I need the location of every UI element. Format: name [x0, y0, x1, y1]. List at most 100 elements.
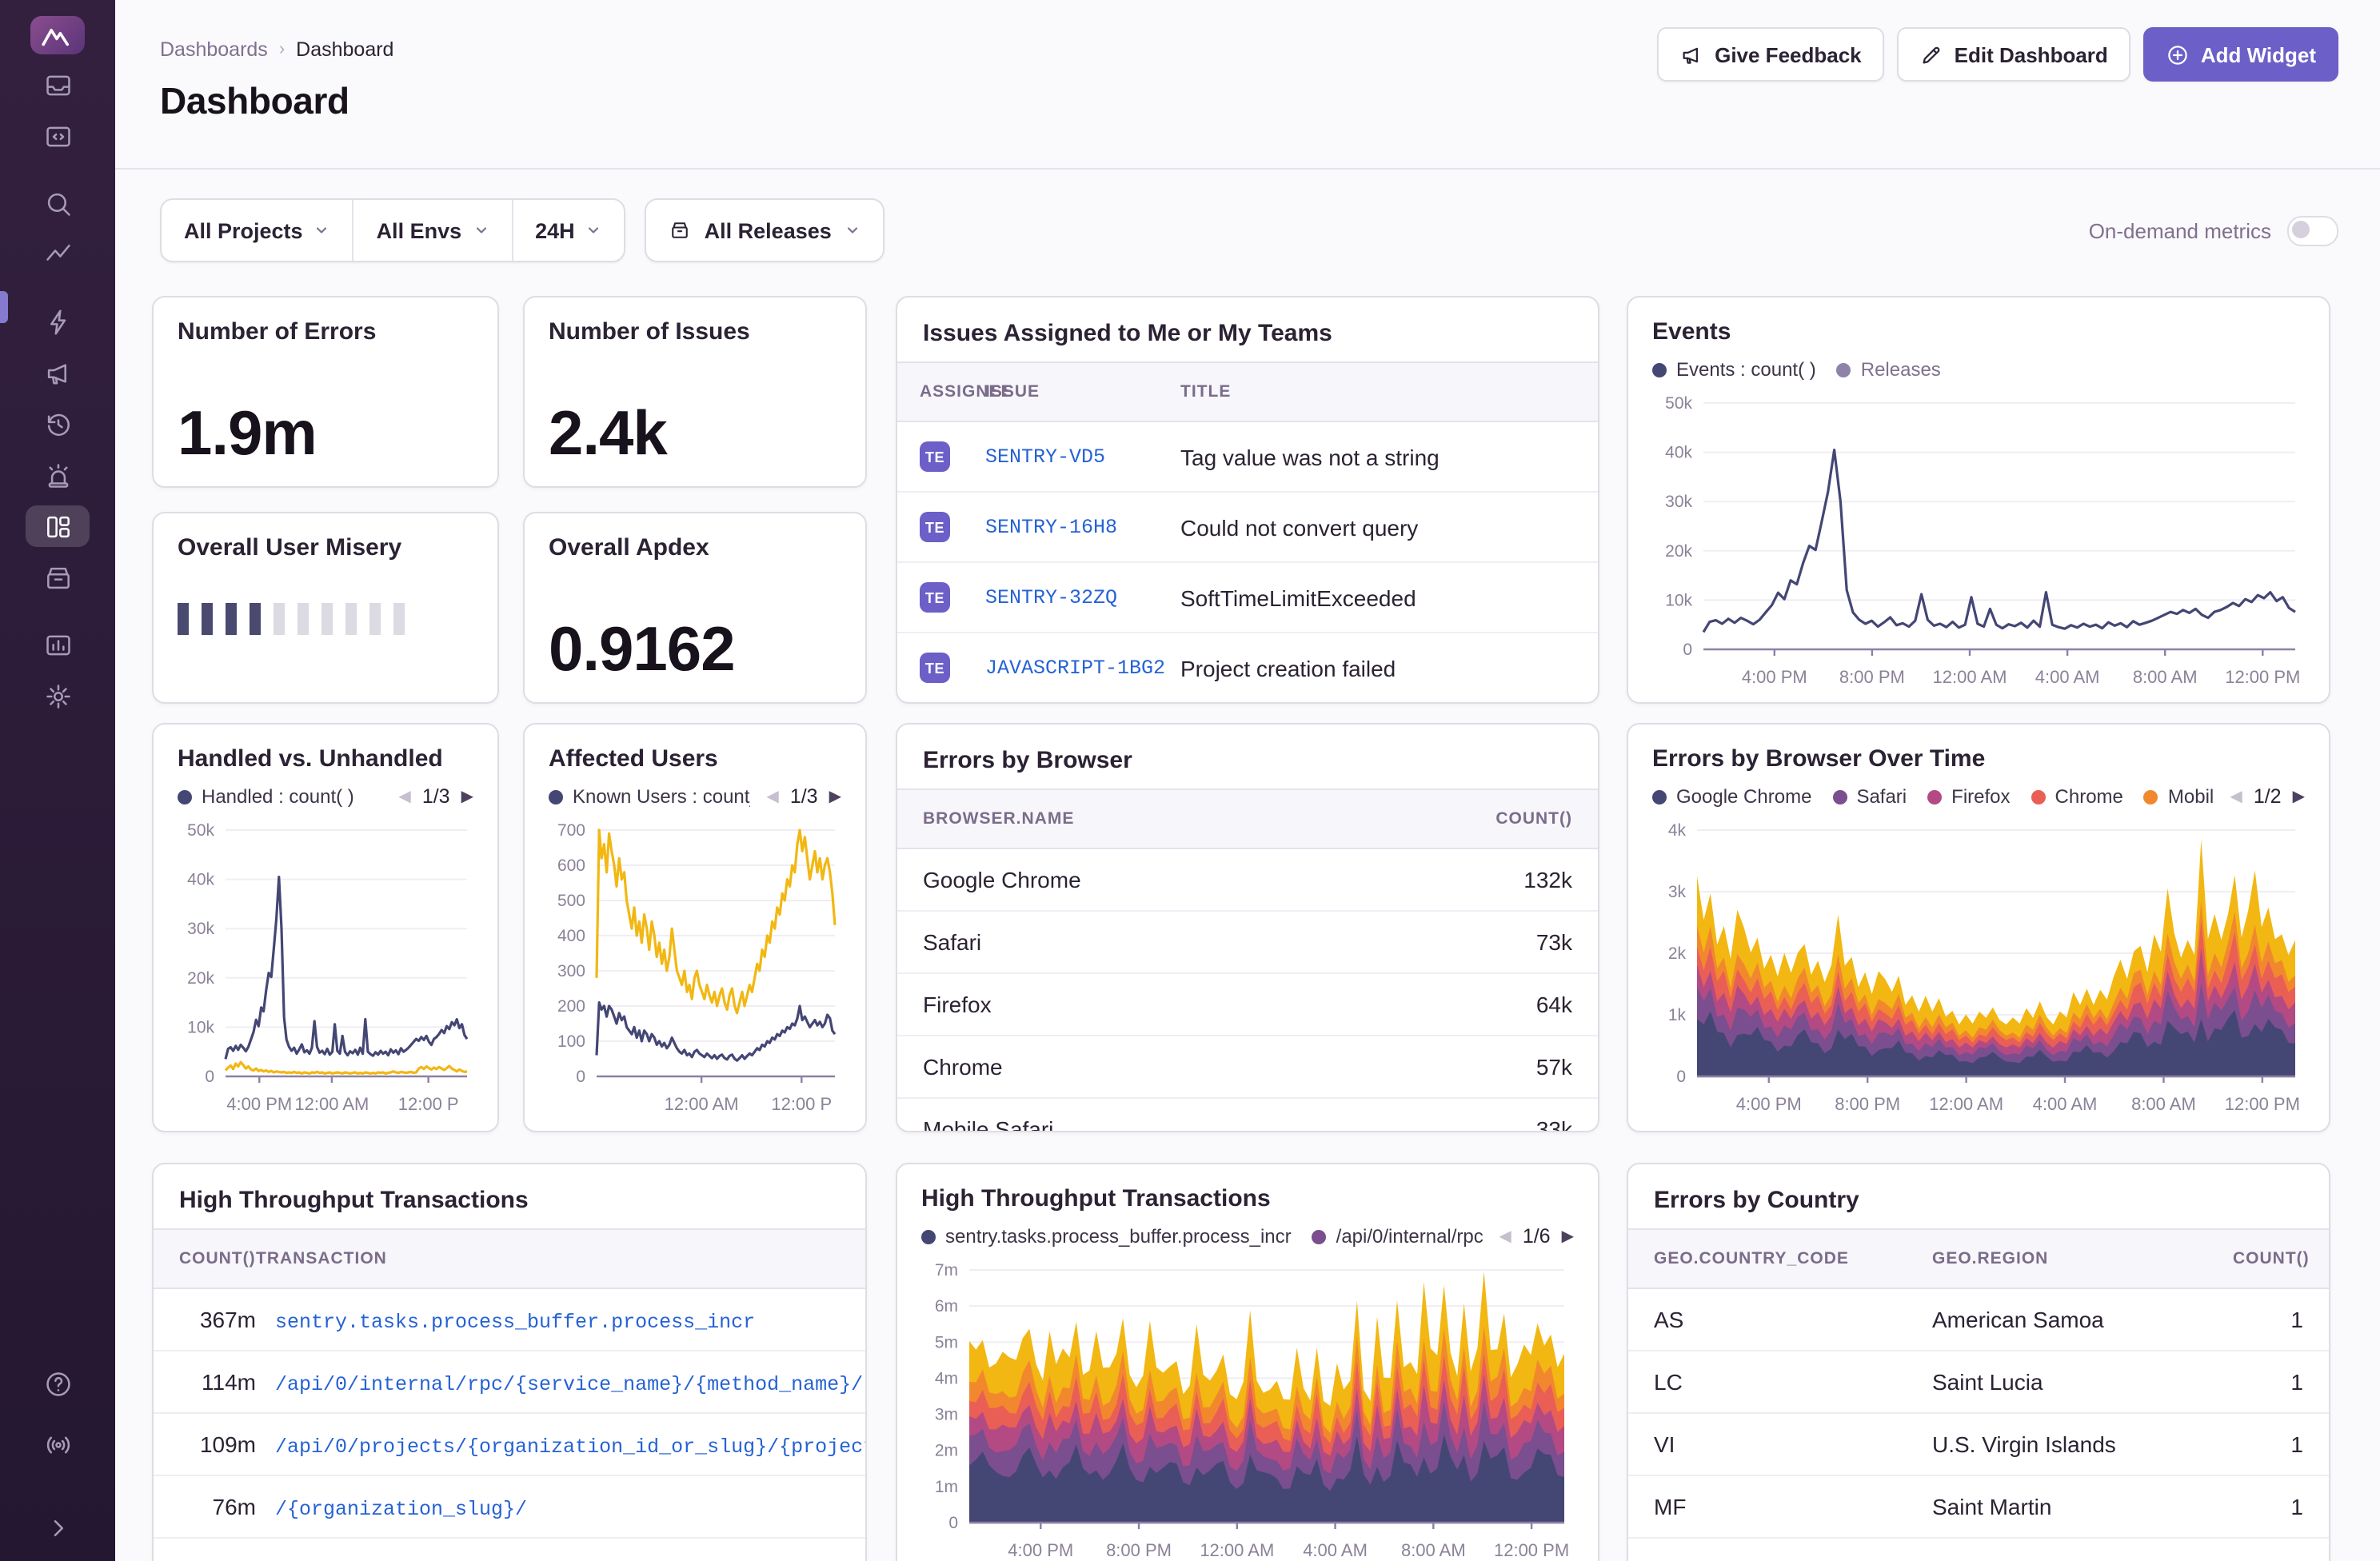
issue-link[interactable]: SENTRY-16H8: [985, 516, 1180, 538]
next-page-arrow[interactable]: ▶: [461, 788, 473, 805]
prev-page-arrow[interactable]: ◀: [398, 788, 410, 805]
add-widget-button[interactable]: Add Widget: [2143, 27, 2338, 82]
legend-item[interactable]: Mobile Safari: [2144, 785, 2214, 808]
legend-dot: [1832, 789, 1847, 804]
svg-text:4:00 PM: 4:00 PM: [1008, 1540, 1073, 1560]
score-bar-segment: [274, 603, 285, 635]
sidebar-item-settings[interactable]: [26, 675, 90, 717]
count-value: 73k: [1470, 929, 1598, 955]
prev-page-arrow[interactable]: ◀: [766, 788, 778, 805]
legend-item[interactable]: Events : count( ): [1652, 358, 1816, 381]
next-page-arrow[interactable]: ▶: [829, 788, 841, 805]
legend-item[interactable]: Chrome: [2031, 785, 2123, 808]
svg-text:0: 0: [948, 1514, 958, 1532]
sidebar-item-collapse[interactable]: [26, 1507, 90, 1548]
high-throughput-chart[interactable]: 01m2m3m4m5m6m7m4:00 PM8:00 PM12:00 AM4:0…: [921, 1257, 1574, 1559]
legend-item[interactable]: Safari: [1832, 785, 1907, 808]
legend-label: sentry.tasks.process_buffer.process_incr: [945, 1225, 1292, 1248]
transaction-link[interactable]: sentry.tasks.process_buffer.process_incr: [275, 1311, 755, 1333]
svg-text:6m: 6m: [935, 1297, 958, 1315]
widget-title: Issues Assigned to Me or My Teams: [897, 297, 1598, 361]
sidebar-item-feedback[interactable]: [26, 352, 90, 393]
sidebar-item-releases[interactable]: [26, 557, 90, 598]
sidebar-item-dashboards[interactable]: [26, 505, 90, 547]
handled-unhandled-chart[interactable]: 010k20k30k40k50k4:00 PM12:00 AM12:00 P: [178, 817, 473, 1110]
legend-item[interactable]: Firefox: [1927, 785, 2010, 808]
table-body: 367msentry.tasks.process_buffer.process_…: [154, 1289, 865, 1539]
issue-link[interactable]: JAVASCRIPT-1BG2: [985, 657, 1180, 679]
svg-text:0: 0: [205, 1068, 214, 1086]
legend-item[interactable]: Handled : count( ): [178, 785, 354, 808]
column-header[interactable]: Issue: [985, 382, 1180, 401]
user-misery-score-bar: [178, 603, 473, 635]
widget-number-of-issues: Number of Issues 2.4k: [523, 296, 867, 488]
project-filter[interactable]: All Projects: [162, 200, 353, 261]
environment-filter[interactable]: All Envs: [353, 200, 512, 261]
next-page-arrow[interactable]: ▶: [1562, 1228, 1574, 1245]
legend-item[interactable]: sentry.tasks.process_buffer.process_incr: [921, 1225, 1292, 1248]
column-header[interactable]: count(): [154, 1249, 256, 1268]
transaction-link[interactable]: /{organization_slug}/: [275, 1498, 527, 1520]
assignee-avatar[interactable]: TE: [920, 653, 950, 683]
give-feedback-label: Give Feedback: [1715, 42, 1862, 66]
widget-overall-user-misery: Overall User Misery: [152, 512, 499, 704]
sidebar-item-search[interactable]: [26, 182, 90, 224]
date-range-filter[interactable]: 24H: [511, 200, 625, 261]
svg-text:2k: 2k: [1668, 944, 1687, 963]
sidebar-item-broadcast[interactable]: [26, 1423, 90, 1465]
legend-dot: [1652, 789, 1667, 804]
on-demand-metrics-toggle[interactable]: [2287, 215, 2338, 246]
legend-item[interactable]: Known Users : count_unique(user): [549, 785, 750, 808]
transaction-link[interactable]: /api/0/projects/{organization_id_or_slug…: [275, 1435, 865, 1458]
column-header[interactable]: count(): [1470, 809, 1598, 828]
next-page-arrow[interactable]: ▶: [2293, 788, 2305, 805]
affected-users-chart[interactable]: 010020030040050060070012:00 AM12:00 P: [549, 817, 841, 1110]
errors-by-browser-chart[interactable]: 01k2k3k4k4:00 PM8:00 PM12:00 AM4:00 AM8:…: [1652, 817, 2305, 1110]
svg-text:40k: 40k: [187, 871, 214, 889]
assignee-avatar[interactable]: TE: [920, 441, 950, 472]
sidebar-item-stats[interactable]: [26, 624, 90, 665]
column-header[interactable]: Title: [1180, 382, 1598, 401]
sidebar-item-help[interactable]: [26, 1363, 90, 1404]
legend-item[interactable]: Releases: [1837, 358, 1941, 381]
sidebar-item-issues[interactable]: [26, 64, 90, 106]
legend-dot: [1927, 789, 1942, 804]
edit-dashboard-button[interactable]: Edit Dashboard: [1897, 27, 2130, 82]
issue-link[interactable]: SENTRY-VD5: [985, 445, 1180, 468]
assignee-avatar[interactable]: TE: [920, 512, 950, 542]
column-header[interactable]: geo.country_code: [1628, 1249, 1932, 1268]
column-header[interactable]: browser.name: [897, 809, 1470, 828]
transaction-link[interactable]: /api/0/internal/rpc/{service_name}/{meth…: [275, 1373, 863, 1395]
sidebar-item-performance[interactable]: [26, 301, 90, 342]
assignee-avatar[interactable]: TE: [920, 582, 950, 613]
sidebar-item-replays[interactable]: [26, 403, 90, 445]
svg-text:5m: 5m: [935, 1333, 958, 1351]
sidebar-item-metrics[interactable]: [26, 234, 90, 275]
releases-filter[interactable]: All Releases: [645, 198, 885, 262]
score-bar-segment: [369, 603, 381, 635]
give-feedback-button[interactable]: Give Feedback: [1657, 27, 1884, 82]
issue-link[interactable]: SENTRY-32ZQ: [985, 586, 1180, 609]
sidebar-nav: [0, 54, 115, 717]
prev-page-arrow[interactable]: ◀: [1499, 1228, 1511, 1245]
sidebar-item-projects[interactable]: [26, 115, 90, 157]
legend-item[interactable]: /api/0/internal/rpc: [1312, 1225, 1484, 1248]
column-header[interactable]: transaction: [256, 1249, 865, 1268]
legend-dot: [921, 1229, 936, 1244]
browser-name: Google Chrome: [897, 867, 1470, 892]
table-header: AssigneeIssueTitle: [897, 361, 1598, 422]
issue-title: Tag value was not a string: [1180, 444, 1598, 469]
legend-pagination: ◀1/2▶: [2230, 785, 2305, 808]
sidebar: [0, 0, 115, 1561]
prev-page-arrow[interactable]: ◀: [2230, 788, 2242, 805]
replays-icon: [42, 409, 73, 439]
column-header[interactable]: geo.region: [1932, 1249, 2233, 1268]
legend-item[interactable]: Google Chrome: [1652, 785, 1811, 808]
table-body: Google Chrome132kSafari73kFirefox64kChro…: [897, 849, 1598, 1132]
sidebar-item-alerts[interactable]: [26, 454, 90, 496]
breadcrumb-dashboards[interactable]: Dashboards: [160, 38, 268, 61]
sentry-logo[interactable]: [30, 16, 85, 54]
table-row: MFSaint Martin1: [1628, 1476, 2329, 1539]
events-chart[interactable]: 010k20k30k40k50k4:00 PM8:00 PM12:00 AM4:…: [1652, 390, 2305, 681]
column-header[interactable]: count(): [2233, 1249, 2329, 1268]
